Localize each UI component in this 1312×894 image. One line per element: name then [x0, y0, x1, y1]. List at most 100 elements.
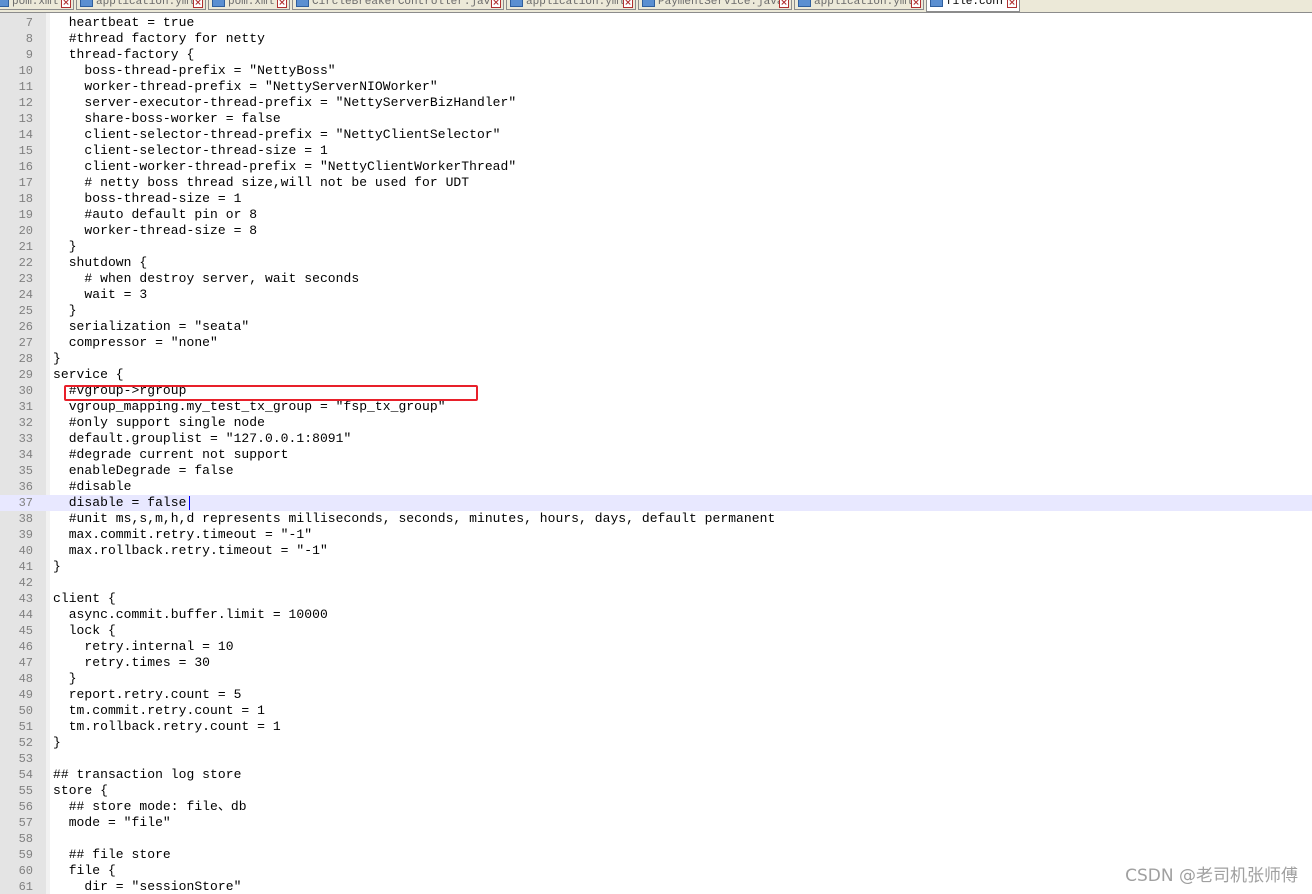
- code-text[interactable]: lock {: [53, 623, 116, 639]
- code-line[interactable]: 49 report.retry.count = 5: [0, 687, 1312, 703]
- code-line[interactable]: 50 tm.commit.retry.count = 1: [0, 703, 1312, 719]
- code-line[interactable]: 34 #degrade current not support: [0, 447, 1312, 463]
- code-editor[interactable]: 7 heartbeat = true 8 #thread factory for …: [0, 13, 1312, 894]
- code-text[interactable]: }: [53, 239, 77, 255]
- code-line[interactable]: 60 file {: [0, 863, 1312, 879]
- code-text[interactable]: #thread factory for netty: [53, 31, 265, 47]
- tab-6[interactable]: application.yml ×: [794, 0, 924, 10]
- code-text[interactable]: service {: [53, 367, 124, 383]
- code-text[interactable]: report.retry.count = 5: [53, 687, 242, 703]
- code-text[interactable]: heartbeat = true: [53, 15, 195, 31]
- close-tab-icon[interactable]: ×: [61, 0, 71, 8]
- code-line[interactable]: 44 async.commit.buffer.limit = 10000: [0, 607, 1312, 623]
- close-tab-icon[interactable]: ×: [1007, 0, 1017, 8]
- code-line[interactable]: 47 retry.times = 30: [0, 655, 1312, 671]
- code-line[interactable]: 40 max.rollback.retry.timeout = "-1": [0, 543, 1312, 559]
- code-line[interactable]: 42: [0, 575, 1312, 591]
- code-line[interactable]: 15 client-selector-thread-size = 1: [0, 143, 1312, 159]
- code-text[interactable]: wait = 3: [53, 287, 147, 303]
- code-text[interactable]: tm.rollback.retry.count = 1: [53, 719, 281, 735]
- code-text[interactable]: }: [53, 671, 77, 687]
- code-text[interactable]: compressor = "none": [53, 335, 218, 351]
- code-text[interactable]: #unit ms,s,m,h,d represents milliseconds…: [53, 511, 776, 527]
- code-text[interactable]: boss-thread-prefix = "NettyBoss": [53, 63, 336, 79]
- tab-0[interactable]: pom.xml ×: [0, 0, 74, 10]
- code-text[interactable]: worker-thread-size = 8: [53, 223, 257, 239]
- close-tab-icon[interactable]: ×: [491, 0, 501, 8]
- close-tab-icon[interactable]: ×: [911, 0, 921, 8]
- code-line[interactable]: 29 service {: [0, 367, 1312, 383]
- code-line[interactable]: 43 client {: [0, 591, 1312, 607]
- code-text[interactable]: }: [53, 351, 61, 367]
- code-line[interactable]: 35 enableDegrade = false: [0, 463, 1312, 479]
- code-text[interactable]: mode = "file": [53, 815, 171, 831]
- code-line[interactable]: 9 thread-factory {: [0, 47, 1312, 63]
- code-line[interactable]: 41}: [0, 559, 1312, 575]
- code-text[interactable]: store {: [53, 783, 108, 799]
- code-line[interactable]: 19 #auto default pin or 8: [0, 207, 1312, 223]
- code-line[interactable]: 8 #thread factory for netty: [0, 31, 1312, 47]
- code-text[interactable]: # netty boss thread size,will not be use…: [53, 175, 469, 191]
- code-line[interactable]: 45 lock {: [0, 623, 1312, 639]
- code-text[interactable]: #only support single node: [53, 415, 265, 431]
- code-line[interactable]: 26 serialization = "seata": [0, 319, 1312, 335]
- code-text[interactable]: share-boss-worker = false: [53, 111, 281, 127]
- code-text[interactable]: #degrade current not support: [53, 447, 289, 463]
- code-line[interactable]: 37 disable = false: [0, 495, 1312, 511]
- code-line[interactable]: 24 wait = 3: [0, 287, 1312, 303]
- code-text[interactable]: file {: [53, 863, 116, 879]
- code-text[interactable]: client-worker-thread-prefix = "NettyClie…: [53, 159, 516, 175]
- code-text[interactable]: client {: [53, 591, 116, 607]
- code-line[interactable]: 21 }: [0, 239, 1312, 255]
- code-text[interactable]: }: [53, 735, 61, 751]
- code-text[interactable]: ## store mode: file、db: [53, 799, 247, 815]
- code-line[interactable]: 46 retry.internal = 10: [0, 639, 1312, 655]
- code-line[interactable]: 38 #unit ms,s,m,h,d represents milliseco…: [0, 511, 1312, 527]
- code-text[interactable]: client-selector-thread-prefix = "NettyCl…: [53, 127, 501, 143]
- code-line[interactable]: 13 share-boss-worker = false: [0, 111, 1312, 127]
- code-text[interactable]: thread-factory {: [53, 47, 195, 63]
- code-line[interactable]: 48 }: [0, 671, 1312, 687]
- code-line[interactable]: 23 # when destroy server, wait seconds: [0, 271, 1312, 287]
- code-text[interactable]: default.grouplist = "127.0.0.1:8091": [53, 431, 352, 447]
- code-text[interactable]: serialization = "seata": [53, 319, 250, 335]
- code-line[interactable]: 32 #only support single node: [0, 415, 1312, 431]
- code-line[interactable]: 28}: [0, 351, 1312, 367]
- code-text[interactable]: vgroup_mapping.my_test_tx_group = "fsp_t…: [53, 399, 446, 415]
- code-line[interactable]: 57 mode = "file": [0, 815, 1312, 831]
- code-text[interactable]: }: [53, 559, 61, 575]
- code-line[interactable]: 20 worker-thread-size = 8: [0, 223, 1312, 239]
- close-tab-icon[interactable]: ×: [193, 0, 203, 8]
- code-text[interactable]: }: [53, 303, 77, 319]
- code-line[interactable]: 51 tm.rollback.retry.count = 1: [0, 719, 1312, 735]
- code-text[interactable]: ## file store: [53, 847, 171, 863]
- tab-1[interactable]: application.yml ×: [76, 0, 206, 10]
- close-tab-icon[interactable]: ×: [277, 0, 287, 8]
- code-text[interactable]: #disable: [53, 479, 132, 495]
- code-text[interactable]: max.rollback.retry.timeout = "-1": [53, 543, 328, 559]
- code-line[interactable]: 59 ## file store: [0, 847, 1312, 863]
- code-text[interactable]: # when destroy server, wait seconds: [53, 271, 359, 287]
- code-line[interactable]: 25 }: [0, 303, 1312, 319]
- tab-3[interactable]: CircleBreakerController.java ×: [292, 0, 504, 10]
- code-text[interactable]: retry.internal = 10: [53, 639, 234, 655]
- code-line[interactable]: 16 client-worker-thread-prefix = "NettyC…: [0, 159, 1312, 175]
- code-line[interactable]: 31 vgroup_mapping.my_test_tx_group = "fs…: [0, 399, 1312, 415]
- code-text[interactable]: dir = "sessionStore": [53, 879, 241, 894]
- code-text[interactable]: shutdown {: [53, 255, 147, 271]
- code-line[interactable]: 14 client-selector-thread-prefix = "Nett…: [0, 127, 1312, 143]
- code-line[interactable]: 33 default.grouplist = "127.0.0.1:8091": [0, 431, 1312, 447]
- code-line[interactable]: 54 ## transaction log store: [0, 767, 1312, 783]
- code-line[interactable]: 22 shutdown {: [0, 255, 1312, 271]
- code-line[interactable]: 56 ## store mode: file、db: [0, 799, 1312, 815]
- code-line[interactable]: 18 boss-thread-size = 1: [0, 191, 1312, 207]
- code-text[interactable]: worker-thread-prefix = "NettyServerNIOWo…: [53, 79, 438, 95]
- code-line[interactable]: 55 store {: [0, 783, 1312, 799]
- code-line[interactable]: 53: [0, 751, 1312, 767]
- code-line[interactable]: 39 max.commit.retry.timeout = "-1": [0, 527, 1312, 543]
- code-line[interactable]: 12 server-executor-thread-prefix = "Nett…: [0, 95, 1312, 111]
- tab-5[interactable]: PaymentService.java ×: [638, 0, 792, 10]
- tab-2[interactable]: pom.xml ×: [208, 0, 290, 10]
- code-line[interactable]: 61 dir = "sessionStore": [0, 879, 1312, 894]
- code-text[interactable]: retry.times = 30: [53, 655, 210, 671]
